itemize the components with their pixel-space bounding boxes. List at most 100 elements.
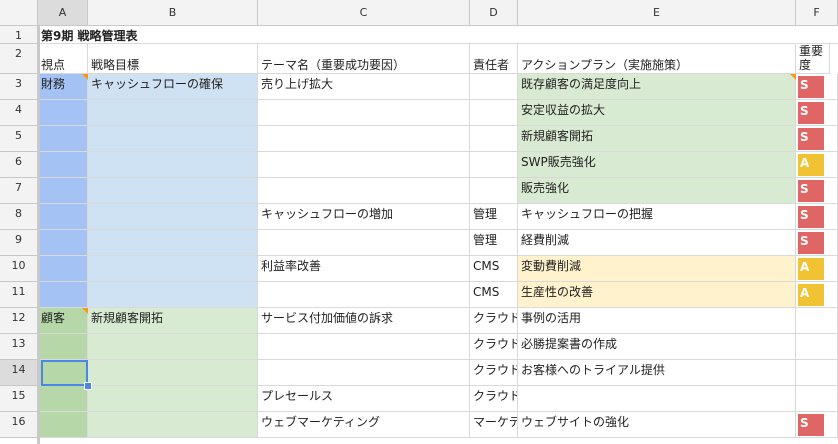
row-header-6[interactable]: 6 bbox=[0, 152, 38, 178]
cell-c-8[interactable]: キャッシュフローの増加 bbox=[258, 204, 470, 230]
cell-b-4[interactable] bbox=[88, 100, 258, 126]
cell-b-5[interactable] bbox=[88, 126, 258, 152]
cell-b-15[interactable] bbox=[88, 386, 258, 412]
cell-e-13[interactable]: 必勝提案書の作成 bbox=[518, 334, 796, 360]
cell-e-9[interactable]: 経費削減 bbox=[518, 230, 796, 256]
cell-a-7[interactable] bbox=[38, 178, 88, 204]
cell-d-12[interactable]: クラウド bbox=[470, 308, 518, 334]
cell-e-10[interactable]: 変動費削減 bbox=[518, 256, 796, 282]
cell-c-14[interactable] bbox=[258, 360, 470, 386]
cell-b-7[interactable] bbox=[88, 178, 258, 204]
cell-b-13[interactable] bbox=[88, 334, 258, 360]
row-header-4[interactable]: 4 bbox=[0, 100, 38, 126]
row-header-2[interactable]: 2 bbox=[0, 44, 38, 74]
cell-e-16[interactable]: ウェブサイトの強化 bbox=[518, 412, 796, 438]
column-header-a[interactable]: A bbox=[38, 0, 88, 26]
cell-f-4[interactable]: S bbox=[796, 100, 838, 126]
cell-f-13[interactable] bbox=[796, 334, 838, 360]
row-header-5[interactable]: 5 bbox=[0, 126, 38, 152]
cell-b-6[interactable] bbox=[88, 152, 258, 178]
cell-d-13[interactable]: クラウド bbox=[470, 334, 518, 360]
cell-b-11[interactable] bbox=[88, 282, 258, 308]
comment-indicator-3[interactable] bbox=[790, 74, 796, 80]
cell-f-6[interactable]: A bbox=[796, 152, 838, 178]
cell-c-5[interactable] bbox=[258, 126, 470, 152]
cell-b-12[interactable]: 新規顧客開拓 bbox=[88, 308, 258, 334]
cell-a-10[interactable] bbox=[38, 256, 88, 282]
cell-b-14[interactable] bbox=[88, 360, 258, 386]
cell-a-6[interactable] bbox=[38, 152, 88, 178]
cell-c-11[interactable] bbox=[258, 282, 470, 308]
cell-c-3[interactable]: 売り上げ拡大 bbox=[258, 74, 470, 100]
frozen-column-divider[interactable] bbox=[37, 26, 40, 444]
cell-d-11[interactable]: CMS bbox=[470, 282, 518, 308]
cell-d-7[interactable] bbox=[470, 178, 518, 204]
cell-e-4[interactable]: 安定収益の拡大 bbox=[518, 100, 796, 126]
cell-a-5[interactable] bbox=[38, 126, 88, 152]
cell-e-11[interactable]: 生産性の改善 bbox=[518, 282, 796, 308]
selected-cell-a14[interactable] bbox=[41, 360, 88, 386]
select-all-corner[interactable] bbox=[0, 0, 38, 26]
cell-d-15[interactable]: クラウド bbox=[470, 386, 518, 412]
cell-f-3[interactable]: S bbox=[796, 74, 838, 100]
row-header-15[interactable]: 15 bbox=[0, 386, 38, 412]
cell-a-13[interactable] bbox=[38, 334, 88, 360]
cell-a-9[interactable] bbox=[38, 230, 88, 256]
cell-f-8[interactable]: S bbox=[796, 204, 838, 230]
cell-c-12[interactable]: サービス付加価値の訴求 bbox=[258, 308, 470, 334]
row-header-8[interactable]: 8 bbox=[0, 204, 38, 230]
cell-d-5[interactable] bbox=[470, 126, 518, 152]
cell-c-6[interactable] bbox=[258, 152, 470, 178]
row-header-7[interactable]: 7 bbox=[0, 178, 38, 204]
cell-e-7[interactable]: 販売強化 bbox=[518, 178, 796, 204]
cell-d-16[interactable]: マーケティ bbox=[470, 412, 518, 438]
header-cell-e[interactable]: アクションプラン（実施施策） bbox=[518, 44, 796, 74]
cell-f-11[interactable]: A bbox=[796, 282, 838, 308]
cell-b-8[interactable] bbox=[88, 204, 258, 230]
cell-d-4[interactable] bbox=[470, 100, 518, 126]
column-header-d[interactable]: D bbox=[470, 0, 518, 26]
row-header-12[interactable]: 12 bbox=[0, 308, 38, 334]
cell-f-7[interactable]: S bbox=[796, 178, 838, 204]
row-header-16[interactable]: 16 bbox=[0, 412, 38, 438]
column-header-f[interactable]: F bbox=[796, 0, 838, 26]
cell-e-8[interactable]: キャッシュフローの把握 bbox=[518, 204, 796, 230]
column-header-e[interactable]: E bbox=[518, 0, 796, 26]
row-header-1[interactable]: 1 bbox=[0, 26, 38, 44]
fill-handle[interactable] bbox=[84, 382, 92, 390]
column-header-b[interactable]: B bbox=[88, 0, 258, 26]
cell-c-4[interactable] bbox=[258, 100, 470, 126]
header-cell-c[interactable]: テーマ名（重要成功要因） bbox=[258, 44, 470, 74]
cell-e-12[interactable]: 事例の活用 bbox=[518, 308, 796, 334]
cell-a-8[interactable] bbox=[38, 204, 88, 230]
cell-b-16[interactable] bbox=[88, 412, 258, 438]
cell-c-9[interactable] bbox=[258, 230, 470, 256]
header-cell-a[interactable]: 視点 bbox=[38, 44, 88, 74]
row-header-11[interactable]: 11 bbox=[0, 282, 38, 308]
header-cell-f[interactable]: 重要度 bbox=[796, 44, 830, 74]
cell-d-10[interactable]: CMS bbox=[470, 256, 518, 282]
cell-a-16[interactable] bbox=[38, 412, 88, 438]
cell-f-9[interactable]: S bbox=[796, 230, 838, 256]
cell-f-14[interactable] bbox=[796, 360, 838, 386]
cell-e-14[interactable]: お客様へのトライアル提供 bbox=[518, 360, 796, 386]
cell-c-7[interactable] bbox=[258, 178, 470, 204]
cell-f-16[interactable]: S bbox=[796, 412, 838, 438]
header-cell-b[interactable]: 戦略目標 bbox=[88, 44, 258, 74]
cell-a-4[interactable] bbox=[38, 100, 88, 126]
row-header-10[interactable]: 10 bbox=[0, 256, 38, 282]
row-header-9[interactable]: 9 bbox=[0, 230, 38, 256]
cell-f-15[interactable] bbox=[796, 386, 838, 412]
cell-a-12[interactable]: 顧客 bbox=[38, 308, 88, 334]
row-header-13[interactable]: 13 bbox=[0, 334, 38, 360]
sheet-title[interactable]: 第9期 戦略管理表 bbox=[38, 26, 838, 44]
comment-indicator-2[interactable] bbox=[82, 308, 88, 314]
cell-d-3[interactable] bbox=[470, 74, 518, 100]
cell-d-9[interactable]: 管理 bbox=[470, 230, 518, 256]
cell-a-15[interactable] bbox=[38, 386, 88, 412]
cell-b-10[interactable] bbox=[88, 256, 258, 282]
cell-d-8[interactable]: 管理 bbox=[470, 204, 518, 230]
cell-f-10[interactable]: A bbox=[796, 256, 838, 282]
cell-c-16[interactable]: ウェブマーケティング bbox=[258, 412, 470, 438]
row-header-3[interactable]: 3 bbox=[0, 74, 38, 100]
